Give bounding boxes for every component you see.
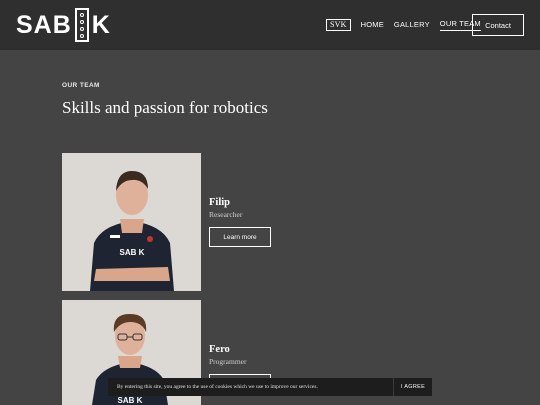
learn-more-button-filip[interactable]: Learn more xyxy=(209,227,271,247)
cookie-consent-text: By entering this site, you agree to the … xyxy=(117,384,318,390)
shirt-logo-text: SAB K xyxy=(120,248,145,257)
nav-language-switch[interactable]: SVK xyxy=(326,18,351,31)
contact-button[interactable]: Contact xyxy=(472,14,524,36)
nav-home[interactable]: HOME xyxy=(361,19,384,31)
site-header: SAB K SVK HOME GALLERY OUR TEAM Contact xyxy=(0,0,540,50)
shirt-logo-text: SAB K xyxy=(118,396,143,405)
logo-robot-mark xyxy=(74,8,89,42)
member-photo-filip[interactable]: SAB K xyxy=(62,153,201,291)
nav-gallery[interactable]: GALLERY xyxy=(394,19,430,31)
cookie-accept-button[interactable]: I AGREE xyxy=(394,384,432,390)
cookie-consent-bar: By entering this site, you agree to the … xyxy=(108,378,432,396)
section-eyebrow: OUR TEAM xyxy=(62,82,100,89)
main-nav: SVK HOME GALLERY OUR TEAM xyxy=(326,18,481,31)
member-name-fero: Fero xyxy=(209,344,230,355)
site-logo[interactable]: SAB K xyxy=(16,8,111,42)
member-name-filip: Filip xyxy=(209,197,231,208)
logo-text-right: K xyxy=(91,11,111,39)
member-role-fero: Programmer xyxy=(209,357,247,366)
page-title: Skills and passion for robotics xyxy=(62,98,268,117)
logo-text-left: SAB xyxy=(16,11,72,39)
member-role-filip: Researcher xyxy=(209,210,243,219)
